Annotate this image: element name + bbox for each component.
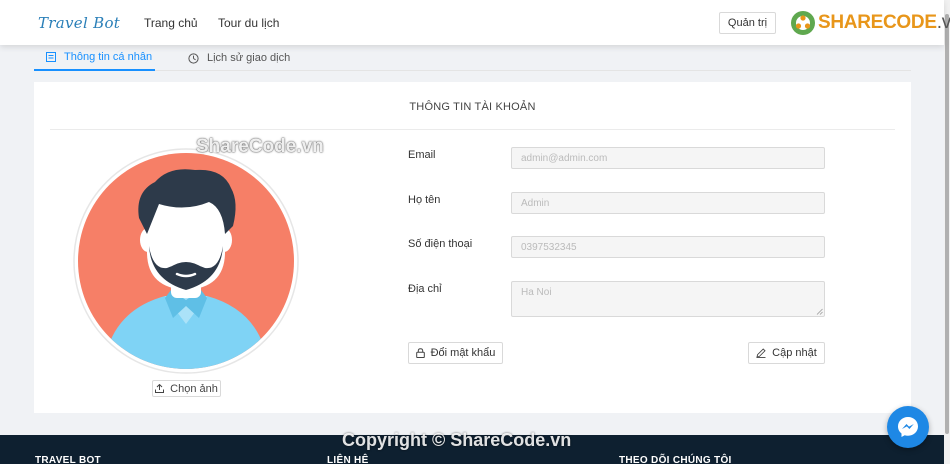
- copyright-watermark: Copyright © ShareCode.vn: [342, 430, 572, 450]
- messenger-icon: [898, 417, 918, 437]
- divider: [50, 129, 895, 130]
- messenger-chat-button[interactable]: [887, 406, 929, 448]
- tab-label: Thông tin cá nhân: [64, 51, 153, 63]
- address-label: Địa chỉ: [408, 283, 442, 295]
- upload-icon: [155, 384, 165, 393]
- edit-icon: [756, 348, 766, 358]
- choose-photo-button[interactable]: Chọn ảnh: [152, 380, 221, 397]
- profile-icon: [46, 52, 56, 62]
- avatar: [73, 148, 299, 374]
- footer-heading-travel-bot: TRAVEL BOT: [35, 455, 101, 464]
- profile-tabs: Thông tin cá nhân Lịch sử giao dịch: [34, 45, 911, 71]
- footer-heading-follow-us: THEO DÕI CHÚNG TÔI: [619, 455, 732, 464]
- footer-heading-contact: LIÊN HỆ: [327, 455, 369, 464]
- fullname-label: Họ tên: [408, 194, 441, 206]
- change-password-label: Đổi mật khẩu: [430, 347, 496, 359]
- top-navbar: Travel Bot Trang chủ Tour du lịch Quản t…: [0, 0, 950, 45]
- phone-label: Số điện thoại: [408, 238, 473, 250]
- app-logo[interactable]: Travel Bot: [38, 14, 120, 32]
- phone-field[interactable]: [511, 236, 825, 258]
- tab-transaction-history[interactable]: Lịch sử giao dịch: [188, 45, 290, 71]
- card-title: THÔNG TIN TÀI KHOẢN: [409, 101, 536, 113]
- nav-tours[interactable]: Tour du lịch: [218, 16, 279, 30]
- nav-home[interactable]: Trang chủ: [144, 16, 198, 30]
- choose-photo-label: Chọn ảnh: [170, 382, 218, 395]
- sharecode-logo: SHARECODE.vn: [790, 10, 950, 36]
- tab-personal-info[interactable]: Thông tin cá nhân: [34, 45, 155, 71]
- address-field[interactable]: Ha Noi: [511, 281, 825, 317]
- sharecode-emblem-icon: [791, 11, 815, 35]
- scrollbar-thumb[interactable]: [945, 14, 949, 434]
- update-label: Cập nhật: [772, 347, 817, 359]
- update-button[interactable]: Cập nhật: [748, 342, 825, 364]
- watermark: ShareCode.vn: [196, 136, 324, 157]
- lock-icon: [415, 348, 425, 358]
- brand-name: SHARECODE: [818, 12, 937, 33]
- fullname-field[interactable]: [511, 192, 825, 214]
- history-icon: [188, 52, 199, 64]
- change-password-button[interactable]: Đổi mật khẩu: [408, 342, 503, 364]
- email-field[interactable]: [511, 147, 825, 169]
- email-label: Email: [408, 149, 436, 161]
- tab-label: Lịch sử giao dịch: [207, 52, 291, 64]
- resize-handle-icon[interactable]: [816, 308, 823, 315]
- admin-button[interactable]: Quản trị: [719, 12, 776, 34]
- brand-suffix: .vn: [936, 12, 950, 33]
